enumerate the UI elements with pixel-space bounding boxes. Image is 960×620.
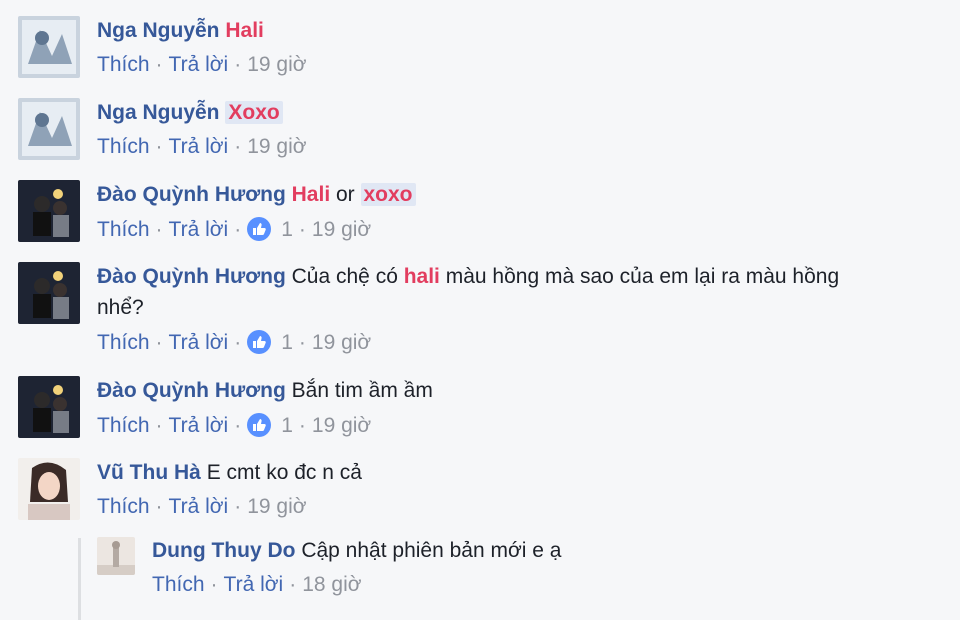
avatar[interactable]: [18, 16, 80, 78]
comment-actions: Thích · Trả lời · 1 · 19 giờ: [97, 217, 372, 241]
comment-actions: Thích · Trả lời · 18 giờ: [152, 573, 362, 596]
avatar[interactable]: [18, 376, 80, 438]
comment-text: Của chệ có: [291, 265, 404, 288]
timestamp[interactable]: 18 giờ: [302, 573, 361, 596]
avatar[interactable]: [18, 458, 80, 520]
comment-body: Nga Nguyễn Xoxo: [97, 97, 887, 128]
timestamp[interactable]: 19 giờ: [312, 414, 371, 437]
comment-actions: Thích · Trả lời · 19 giờ: [97, 53, 307, 76]
thumbs-up-icon[interactable]: [247, 413, 272, 437]
author-name[interactable]: Nga Nguyễn: [97, 19, 220, 42]
reaction-count[interactable]: 1: [281, 331, 293, 354]
reply-link[interactable]: Trả lời: [169, 414, 229, 437]
comment-actions: Thích · Trả lời · 19 giờ: [97, 135, 307, 158]
reaction-count[interactable]: 1: [281, 414, 293, 437]
comment-body: Dung Thuy Do Cập nhật phiên bản mới e ạ: [152, 535, 942, 566]
author-name[interactable]: Đào Quỳnh Hương: [97, 379, 286, 402]
comment-body: Nga Nguyễn Hali: [97, 15, 887, 46]
mentioned-tag[interactable]: Xoxo: [225, 101, 283, 124]
avatar[interactable]: [18, 180, 80, 242]
reply-link[interactable]: Trả lời: [224, 573, 284, 596]
comment-actions: Thích · Trả lời · 19 giờ: [97, 495, 307, 518]
timestamp[interactable]: 19 giờ: [247, 53, 306, 76]
mentioned-tag[interactable]: hali: [404, 265, 440, 288]
timestamp[interactable]: 19 giờ: [312, 218, 371, 241]
comment-actions: Thích · Trả lời · 1 · 19 giờ: [97, 413, 372, 437]
mentioned-tag[interactable]: Hali: [292, 183, 331, 206]
avatar[interactable]: [97, 537, 135, 575]
comment-body: Vũ Thu Hà E cmt ko đc n cả: [97, 457, 887, 488]
like-link[interactable]: Thích: [97, 135, 150, 158]
reply-link[interactable]: Trả lời: [169, 495, 229, 518]
thumbs-up-icon[interactable]: [247, 330, 272, 354]
thumbs-up-icon[interactable]: [247, 217, 272, 241]
author-name[interactable]: Vũ Thu Hà: [97, 461, 201, 484]
comment-body: Đào Quỳnh Hương Hali or xoxo: [97, 179, 887, 210]
reply-link[interactable]: Trả lời: [169, 331, 229, 354]
reply-link[interactable]: Trả lời: [169, 218, 229, 241]
timestamp[interactable]: 19 giờ: [247, 495, 306, 518]
like-link[interactable]: Thích: [97, 414, 150, 437]
reply-thread-line: [78, 538, 81, 620]
author-name[interactable]: Đào Quỳnh Hương: [97, 265, 286, 288]
comment-body: Đào Quỳnh Hương Của chệ có hali màu hồng…: [97, 261, 887, 323]
like-link[interactable]: Thích: [97, 218, 150, 241]
comment-actions: Thích · Trả lời · 1 · 19 giờ: [97, 330, 372, 354]
avatar[interactable]: [18, 262, 80, 324]
comment-text: or: [330, 183, 361, 206]
reply-link[interactable]: Trả lời: [169, 53, 229, 76]
comment-text: Cập nhật phiên bản mới e ạ: [301, 539, 562, 562]
author-name[interactable]: Đào Quỳnh Hương: [97, 183, 286, 206]
comment-text: Bắn tim ầm ầm: [291, 379, 433, 402]
timestamp[interactable]: 19 giờ: [312, 331, 371, 354]
like-link[interactable]: Thích: [97, 53, 150, 76]
reply-link[interactable]: Trả lời: [169, 135, 229, 158]
like-link[interactable]: Thích: [97, 495, 150, 518]
comment-text: E cmt ko đc n cả: [206, 461, 362, 484]
like-link[interactable]: Thích: [152, 573, 205, 596]
mentioned-tag[interactable]: Hali: [225, 19, 264, 42]
author-name[interactable]: Dung Thuy Do: [152, 539, 295, 562]
mentioned-tag[interactable]: xoxo: [360, 183, 416, 206]
author-name[interactable]: Nga Nguyễn: [97, 101, 220, 124]
reaction-count[interactable]: 1: [281, 218, 293, 241]
timestamp[interactable]: 19 giờ: [247, 135, 306, 158]
comment-body: Đào Quỳnh Hương Bắn tim ầm ầm: [97, 375, 887, 406]
avatar[interactable]: [18, 98, 80, 160]
like-link[interactable]: Thích: [97, 331, 150, 354]
